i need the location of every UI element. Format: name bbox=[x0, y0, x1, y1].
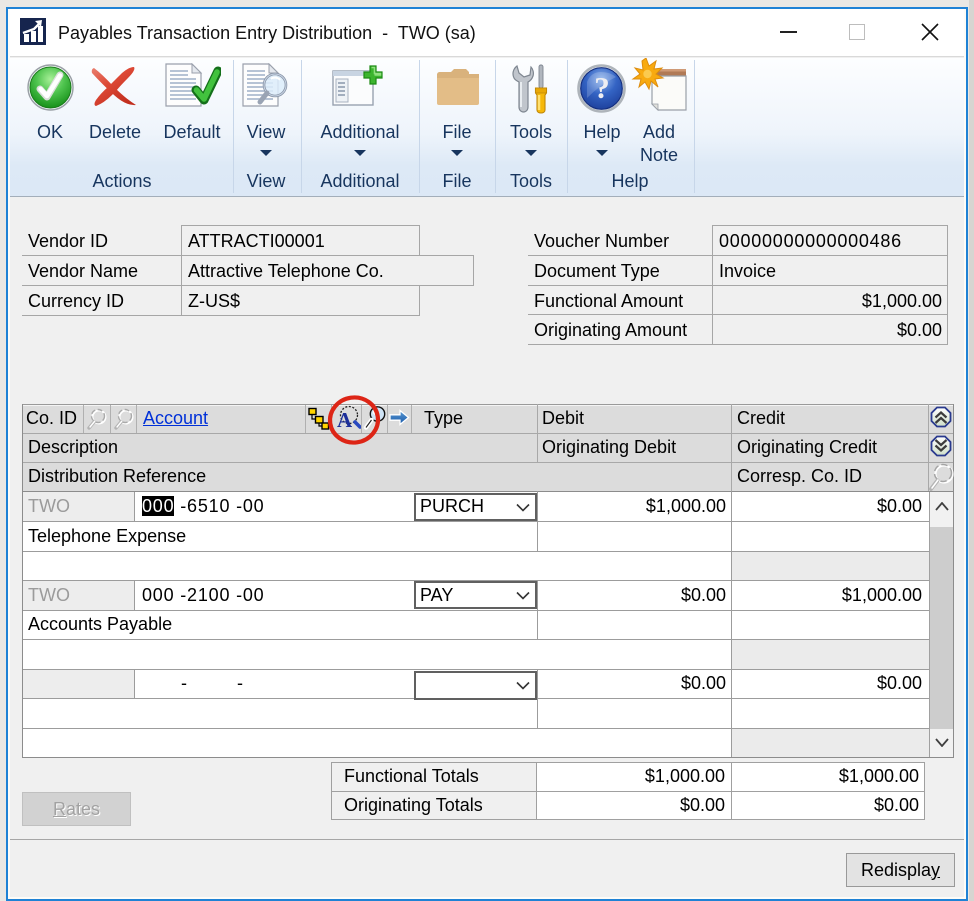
svg-text:?: ? bbox=[594, 70, 610, 105]
